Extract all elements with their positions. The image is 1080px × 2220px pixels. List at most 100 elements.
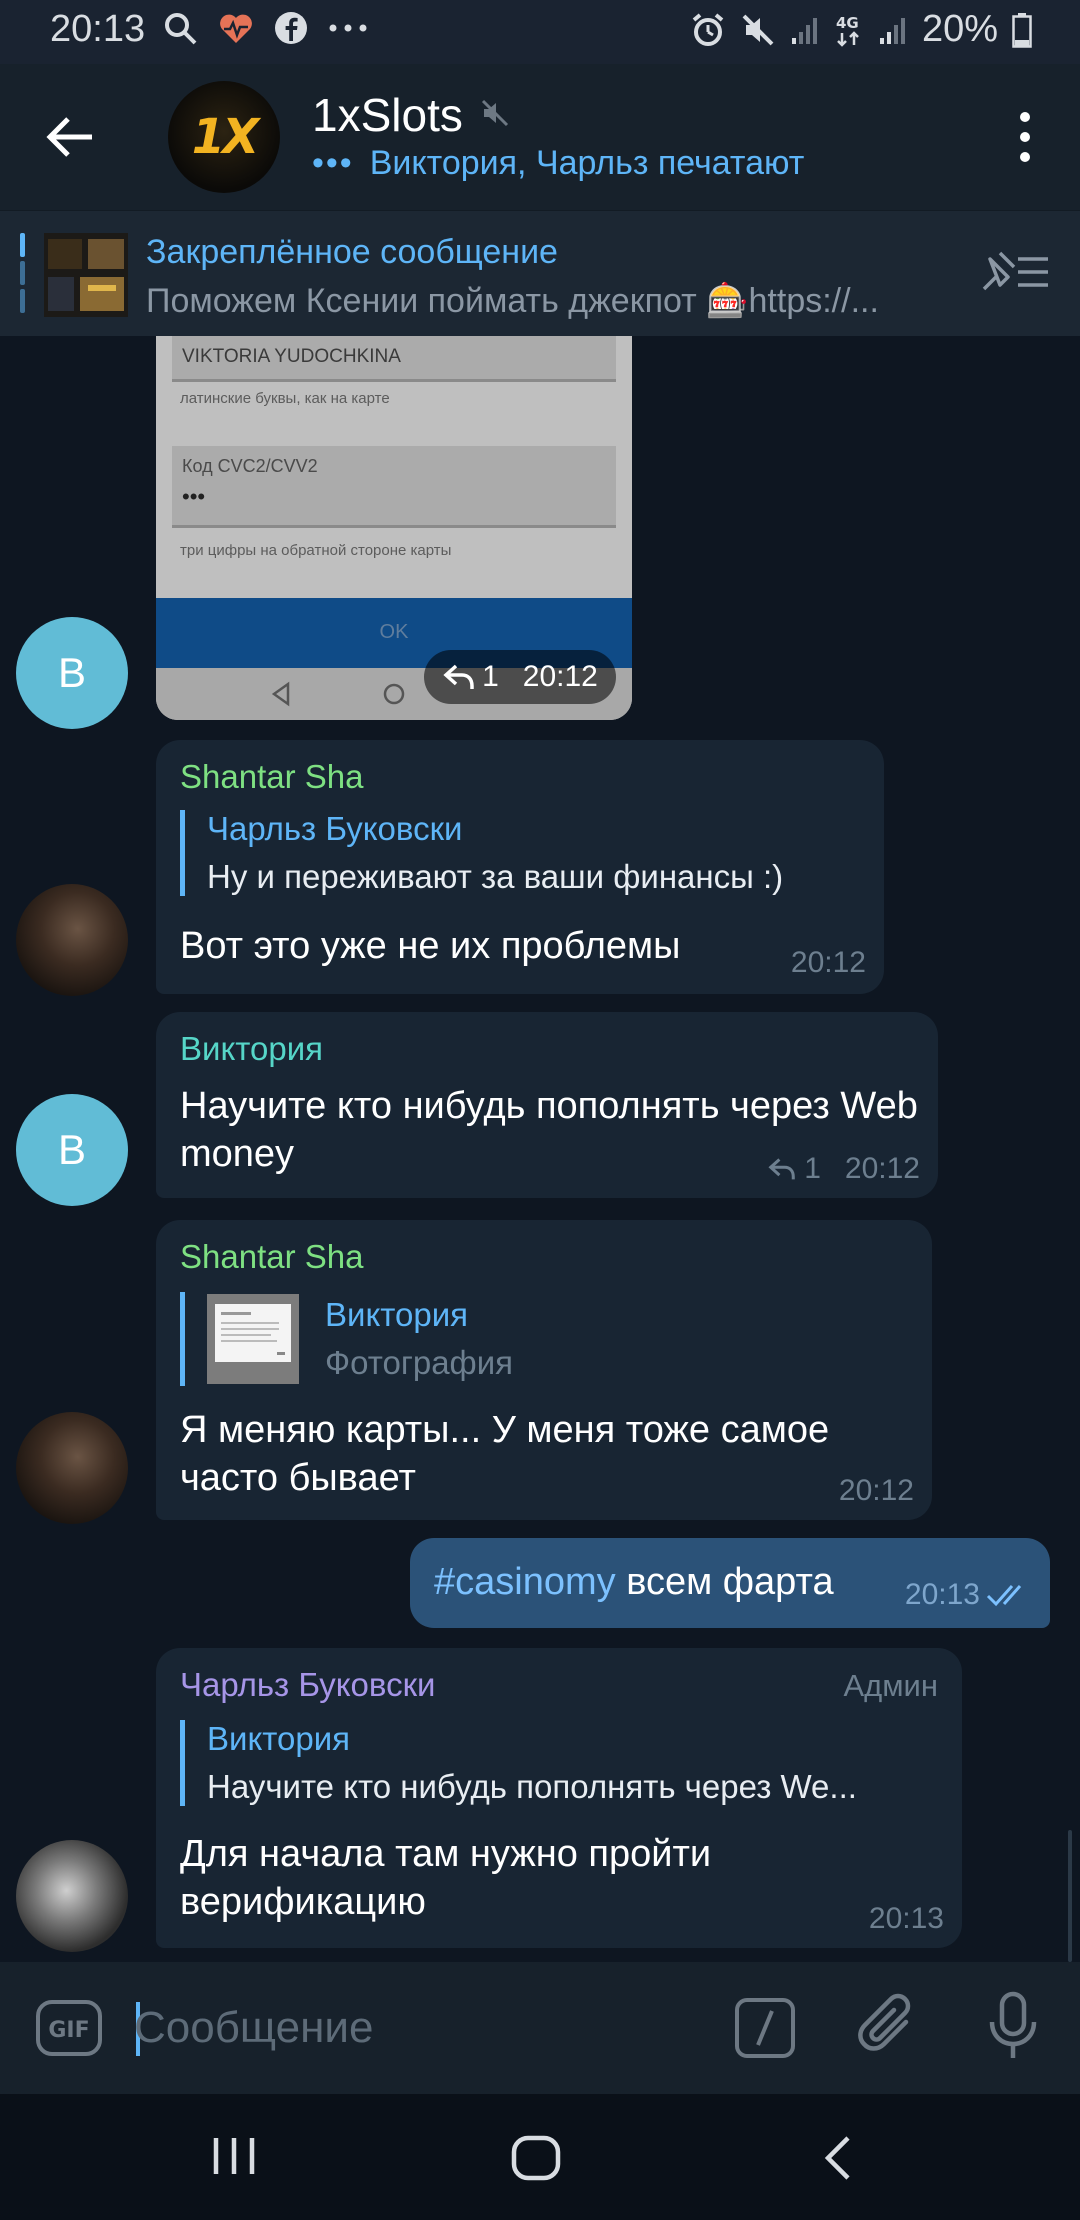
scrollbar-thumb[interactable] [1068,1830,1072,1962]
message-meta: 1 20:12 [766,1152,920,1186]
photo-cvc-field: Код CVC2/CVV2 ••• [172,446,616,528]
photo-name-hint: латинские буквы, как на карте [180,390,390,407]
avatar[interactable] [16,884,128,996]
avatar[interactable]: В [16,1094,128,1206]
reply-text: Научите кто нибудь пополнять через We... [207,1768,857,1805]
message-sender[interactable]: Shantar Sha [180,1238,363,1276]
telegram-chat-screen: 20:13 4G 20% 1X 1xSlots ••• Виктория, Ча… [0,0,1080,2220]
paperclip-icon [858,1993,911,2051]
bot-commands-button[interactable] [734,1997,796,2059]
message-text: Вот это уже не их проблемы [180,925,681,967]
reply-preview[interactable]: Виктория Фотография [180,1292,880,1386]
reply-text: Ну и переживают за ваши финансы :) [207,858,784,895]
photo-name-field: VIKTORIA YUDOCHKINA [172,336,616,382]
pinned-title: Закреплённое сообщение [146,233,558,271]
message-bubble[interactable]: Shantar Sha Чарльз Буковски Ну и пережив… [156,740,884,994]
admin-badge: Админ [843,1668,938,1703]
gif-button[interactable]: GIF [36,2000,102,2056]
status-time: 20:13 [50,8,146,50]
message-sender[interactable]: Shantar Sha [180,758,363,796]
reply-preview[interactable]: Виктория Научите кто нибудь пополнять че… [180,1720,940,1806]
more-notifications-icon [328,23,368,33]
message-sender[interactable]: Виктория [180,1030,323,1068]
message-bubble[interactable]: Shantar Sha Виктория Фотография Я меняю … [156,1220,932,1520]
message-sender[interactable]: Чарльз Буковски [180,1666,435,1704]
slash-command-icon [735,1998,795,2058]
mute-sound-icon [740,12,776,48]
reply-count[interactable]: 1 [804,1152,821,1186]
signal-icon [790,14,820,46]
pinned-thumbnail [44,233,128,317]
outgoing-message-bubble[interactable]: #casinomy всем фарта 20:13 [410,1538,1050,1628]
reply-text: Фотография [325,1344,514,1381]
battery-icon [1012,12,1032,48]
arrow-left-icon [46,117,92,157]
reply-thumbnail [207,1294,299,1384]
message-time: 20:13 [904,1578,980,1611]
chat-header: 1X 1xSlots ••• Виктория, Чарльз печатают [0,64,1080,210]
health-heart-icon [218,11,254,45]
pin-indicator [20,233,26,317]
back-button[interactable] [40,107,100,167]
status-bar: 20:13 4G 20% [0,0,1080,64]
system-back-button[interactable] [820,2134,856,2187]
typing-text: Виктория, Чарльз печатают [369,144,805,182]
attach-button[interactable] [858,1992,920,2064]
message-time: 20:13 [868,1902,944,1935]
pinned-text: Поможем Ксении поймать джекпот 🎰https://… [146,282,879,320]
gif-icon: GIF [36,2000,102,2056]
home-icon [511,2135,561,2181]
reply-sender: Виктория [207,1720,351,1757]
microphone-icon [989,1991,1037,2058]
more-menu-button[interactable] [1010,106,1040,168]
photo-cvc-hint: три цифры на обратной стороне карты [180,542,452,559]
photo-reply-count: 1 [482,660,499,693]
reply-sender: Чарльз Буковски [207,810,463,847]
avatar[interactable] [16,1412,128,1524]
avatar[interactable] [16,1840,128,1952]
search-icon [162,10,198,46]
message-time: 20:12 [838,1474,914,1507]
message-bubble[interactable]: Виктория Научите кто нибудь пополнять че… [156,1012,938,1198]
reply-sender: Виктория [325,1296,469,1333]
chat-avatar-logo: 1X [191,109,259,165]
typing-status: ••• Виктория, Чарльз печатают [312,144,804,183]
system-navigation-bar [0,2094,1080,2220]
muted-icon [480,98,510,133]
reply-preview[interactable]: Чарльз Буковски Ну и переживают за ваши … [180,810,860,896]
typing-dots: ••• [312,144,354,182]
reply-arrow-icon [443,664,474,689]
alarm-icon [690,12,726,48]
message-input[interactable] [134,1992,694,2064]
message-meta: 20:13 [905,1578,1032,1612]
svg-text:GIF: GIF [48,2018,89,2043]
home-button[interactable] [510,2134,562,2187]
chat-avatar[interactable]: 1X [168,81,280,193]
message-text: Для начала там нужно пройти верификацию [180,1833,712,1923]
voice-message-button[interactable] [982,1990,1044,2066]
photo-time: 20:12 [522,660,598,693]
message-bubble[interactable]: Чарльз Буковски Админ Виктория Научите к… [156,1648,962,1948]
message-text: #casinomy всем фарта [434,1561,834,1603]
message-time: 20:12 [844,1152,920,1185]
pin-list-icon [982,251,1048,291]
message-text: Я меняю карты... У меня тоже самое часто… [180,1409,830,1499]
message-time: 20:12 [790,946,866,979]
pinned-message-bar[interactable]: Закреплённое сообщение Поможем Ксении по… [0,210,1080,336]
signal-icon-2 [878,14,908,46]
message-input-bar: GIF [0,1962,1080,2094]
chevron-left-icon [824,2136,850,2180]
hashtag-link[interactable]: #casinomy [434,1561,616,1603]
avatar[interactable]: В [16,617,128,729]
photo-meta-badge: 1 20:12 [424,650,616,704]
battery-percent: 20% [921,8,998,50]
pinned-list-button[interactable] [978,247,1050,302]
chat-title[interactable]: 1xSlots [312,88,463,142]
svg-text:4G: 4G [836,14,859,32]
facebook-icon [274,11,308,45]
network-4g-icon: 4G [834,13,864,47]
recent-apps-icon [213,2138,255,2174]
reply-arrow-icon [768,1158,796,1180]
recent-apps-button[interactable] [212,2136,256,2181]
read-checkmarks-icon [986,1585,1022,1607]
